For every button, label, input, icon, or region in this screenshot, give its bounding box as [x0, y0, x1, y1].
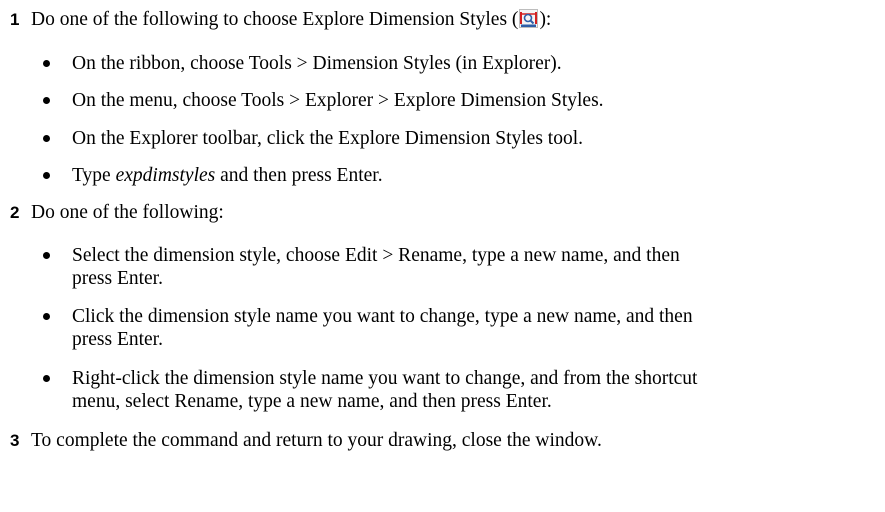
option-line-1: Select the dimension style, choose Edit … — [72, 245, 680, 266]
bullet-dot — [43, 313, 50, 320]
bullet-dot — [43, 60, 50, 67]
option-text: Right-click the dimension style name you… — [72, 367, 872, 413]
step-text: Do one of the following: — [31, 202, 224, 223]
option-text: Select the dimension style, choose Edit … — [72, 244, 872, 290]
step-number: 3 — [10, 431, 20, 450]
option-text: Type expdimstyles and then press Enter. — [72, 164, 872, 187]
option-text: On the ribbon, choose Tools > Dimension … — [72, 53, 562, 74]
bullet-dot — [43, 252, 50, 259]
step-text: Do one of the following to choose Explor… — [31, 8, 551, 31]
option-suffix: and then press Enter. — [215, 165, 383, 186]
option-line-2: menu, select Rename, type a new name, an… — [72, 391, 552, 412]
bullet-dot — [43, 172, 50, 179]
bullet-dot — [43, 375, 50, 382]
option-line-1: Click the dimension style name you want … — [72, 306, 693, 327]
step-text: To complete the command and return to yo… — [31, 430, 602, 451]
option-line-2: press Enter. — [72, 268, 163, 289]
command-name: expdimstyles — [115, 165, 216, 186]
step-number: 2 — [10, 203, 20, 222]
option-text: Click the dimension style name you want … — [72, 305, 872, 351]
option-line-2: press Enter. — [72, 329, 163, 350]
option-prefix: Type — [72, 165, 116, 186]
step-text-before: Do one of the following to choose Explor… — [31, 9, 519, 30]
step-text-after: ): — [539, 9, 552, 30]
option-text: On the menu, choose Tools > Explorer > E… — [72, 90, 604, 111]
option-line-1: Right-click the dimension style name you… — [72, 368, 698, 389]
bullet-dot — [43, 97, 50, 104]
step-number: 1 — [10, 10, 20, 29]
option-text: On the Explorer toolbar, click the Explo… — [72, 128, 583, 149]
bullet-dot — [43, 135, 50, 142]
instruction-page: 1 Do one of the following to choose Expl… — [0, 0, 885, 512]
explore-dimension-styles-icon — [519, 9, 539, 28]
